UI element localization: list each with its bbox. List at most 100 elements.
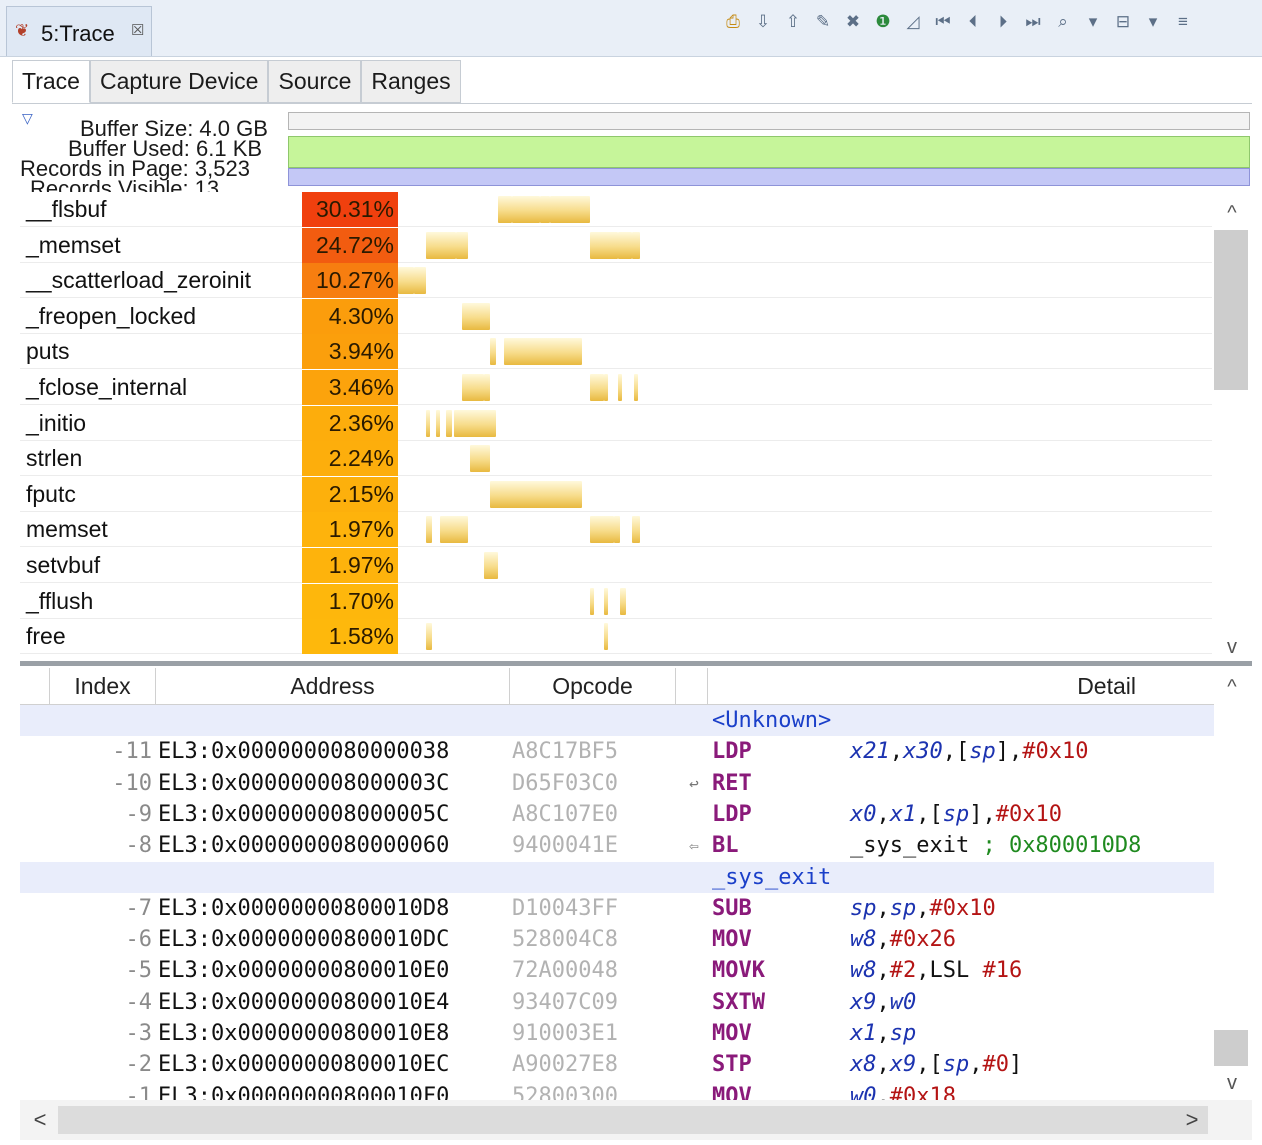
timeline-segment[interactable] (590, 374, 604, 401)
timeline-segment[interactable] (426, 231, 456, 259)
records-page-bar[interactable] (288, 168, 1250, 186)
column-header-flag[interactable] (676, 668, 708, 704)
timeline-segment[interactable] (512, 196, 540, 223)
table-row[interactable]: -2 EL3:0x00000000800010EC A90027E8 STP x8,x9… (20, 1049, 1214, 1080)
timeline-segment[interactable] (440, 516, 468, 544)
view-menu-icon[interactable]: ≡ (1170, 9, 1196, 35)
scroll-thumb[interactable] (58, 1106, 1208, 1134)
horizontal-scrollbar[interactable]: < > (20, 1100, 1252, 1140)
table-row[interactable]: -3 EL3:0x00000000800010E8 910003E1 MOV x1,sp (20, 1018, 1214, 1049)
timeline-segment[interactable] (590, 587, 594, 615)
scroll-thumb[interactable] (1214, 230, 1248, 390)
timeline-segment[interactable] (540, 196, 550, 223)
tab-ranges[interactable]: Ranges (361, 60, 461, 103)
timeline-segment[interactable] (590, 516, 614, 544)
table-row[interactable]: -10 EL3:0x000000008000003C D65F03C0 ↩ RET (20, 768, 1214, 799)
table-row[interactable]: -9 EL3:0x000000008000005C A8C107E0 LDP x0,x1… (20, 799, 1214, 830)
step-down-icon[interactable]: ⇩ (750, 9, 776, 35)
timeline-segment[interactable] (604, 587, 608, 615)
scroll-up-icon[interactable]: ^ (1214, 198, 1250, 228)
timeline-segment[interactable] (426, 623, 432, 651)
function-row[interactable]: fputc 2.15% (20, 476, 1212, 512)
table-row[interactable]: -6 EL3:0x00000000800010DC 528004C8 MOV w8,#0… (20, 924, 1214, 955)
table-row[interactable]: -1 EL3:0x00000000800010F0 52800300 MOV w0,#0… (20, 1081, 1214, 1100)
last-record-icon[interactable]: ⏭ (1020, 9, 1046, 35)
scroll-down-icon[interactable]: v (1214, 1068, 1250, 1098)
tab-source[interactable]: Source (268, 60, 362, 103)
table-row[interactable]: -5 EL3:0x00000000800010E0 72A00048 MOVK w8,#… (20, 955, 1214, 986)
timeline-segment[interactable] (618, 374, 622, 401)
timeline-segment[interactable] (550, 196, 590, 223)
timeline-segment[interactable] (462, 374, 484, 401)
next-record-icon[interactable]: ⏵ (990, 9, 1016, 35)
column-header-opcode[interactable]: Opcode (510, 668, 676, 704)
column-header-marker[interactable] (20, 668, 50, 704)
scroll-right-icon[interactable]: > (1174, 1104, 1210, 1136)
timeline-segment[interactable] (604, 623, 608, 651)
timeline-segment[interactable] (498, 196, 512, 223)
chart-icon[interactable]: ◿ (900, 9, 926, 35)
close-icon[interactable]: ☒ (131, 21, 144, 39)
timeline-segment[interactable] (426, 409, 430, 437)
timeline-segment[interactable] (604, 374, 608, 401)
column-header-address[interactable]: Address (156, 668, 510, 704)
table-row[interactable]: -11 EL3:0x0000000080000038 A8C17BF5 LDP x21,… (20, 736, 1214, 767)
function-row[interactable]: _fclose_internal 3.46% (20, 370, 1212, 405)
timeline-segment[interactable] (454, 409, 496, 437)
timeline-segment[interactable] (614, 516, 620, 544)
trace-table-scrollbar[interactable]: ^ v (1214, 670, 1250, 1100)
timeline-segment[interactable] (426, 516, 432, 544)
tab-capture-device[interactable]: Capture Device (89, 60, 269, 103)
timeline-segment[interactable] (590, 231, 618, 259)
timeline-segment[interactable] (456, 231, 468, 259)
function-list-scrollbar[interactable]: ^ v (1214, 196, 1250, 660)
function-row[interactable]: __scatterload_zeroinit 10.27% (20, 263, 1212, 299)
timeline-segment[interactable] (504, 338, 582, 366)
step-up-icon[interactable]: ⇧ (780, 9, 806, 35)
timeline-segment[interactable] (490, 480, 582, 508)
highlight-icon[interactable]: ✎ (810, 9, 836, 35)
column-header-index[interactable]: Index (50, 668, 156, 704)
tab-trace[interactable]: Trace (12, 60, 90, 103)
timeline-segment[interactable] (414, 267, 426, 295)
timeline-segment[interactable] (620, 587, 626, 615)
timeline-segment[interactable] (446, 409, 452, 437)
table-row[interactable]: -4 EL3:0x00000000800010E4 93407C09 SXTW x9,w… (20, 987, 1214, 1018)
view-tab-trace[interactable]: ❦ 5:Trace ☒ (6, 6, 152, 56)
timeline-segment[interactable] (470, 445, 490, 473)
function-row[interactable]: memset 1.97% (20, 512, 1212, 548)
timeline-segment[interactable] (462, 302, 490, 330)
function-row[interactable]: setvbuf 1.97% (20, 548, 1212, 583)
dropdown-icon[interactable]: ▾ (1080, 9, 1106, 35)
info-icon[interactable]: ❶ (870, 9, 896, 35)
panel-splitter[interactable] (20, 661, 1252, 666)
timeline-segment[interactable] (634, 374, 638, 401)
table-row[interactable]: -8 EL3:0x0000000080000060 9400041E ⇦ BL _sys_… (20, 830, 1214, 861)
function-row[interactable]: _freopen_locked 4.30% (20, 298, 1212, 334)
timeline-segment[interactable] (490, 338, 496, 366)
timeline-segment[interactable] (618, 231, 632, 259)
timeline-segment[interactable] (632, 231, 640, 259)
function-label-row[interactable]: _sys_exit (20, 861, 1214, 893)
search-icon[interactable]: ⌕ (1050, 9, 1076, 35)
column-header-detail[interactable]: Detail (708, 668, 1214, 704)
scroll-down-icon[interactable]: v (1214, 632, 1250, 662)
first-record-icon[interactable]: ⏮ (930, 9, 956, 35)
function-row[interactable]: __flsbuf 30.31% (20, 192, 1212, 227)
function-row[interactable]: _memset 24.72% (20, 227, 1212, 263)
export-trace-icon[interactable]: ⎙ (720, 9, 746, 35)
timeline-segment[interactable] (484, 374, 490, 401)
timeline-segment[interactable] (436, 409, 440, 437)
timeline-segment[interactable] (398, 267, 414, 295)
collapse-triangle-icon[interactable]: ▽ (22, 110, 33, 127)
function-row[interactable]: free 1.58% (20, 619, 1212, 655)
timeline-segment[interactable] (632, 516, 640, 544)
function-row[interactable]: puts 3.94% (20, 334, 1212, 370)
function-row[interactable]: _fflush 1.70% (20, 583, 1212, 619)
function-row[interactable]: _initio 2.36% (20, 405, 1212, 441)
clear-trace-icon[interactable]: ✖ (840, 9, 866, 35)
previous-record-icon[interactable]: ⏴ (960, 9, 986, 35)
function-row[interactable]: strlen 2.24% (20, 441, 1212, 477)
scroll-thumb[interactable] (1214, 1030, 1248, 1066)
scroll-left-icon[interactable]: < (22, 1104, 58, 1136)
